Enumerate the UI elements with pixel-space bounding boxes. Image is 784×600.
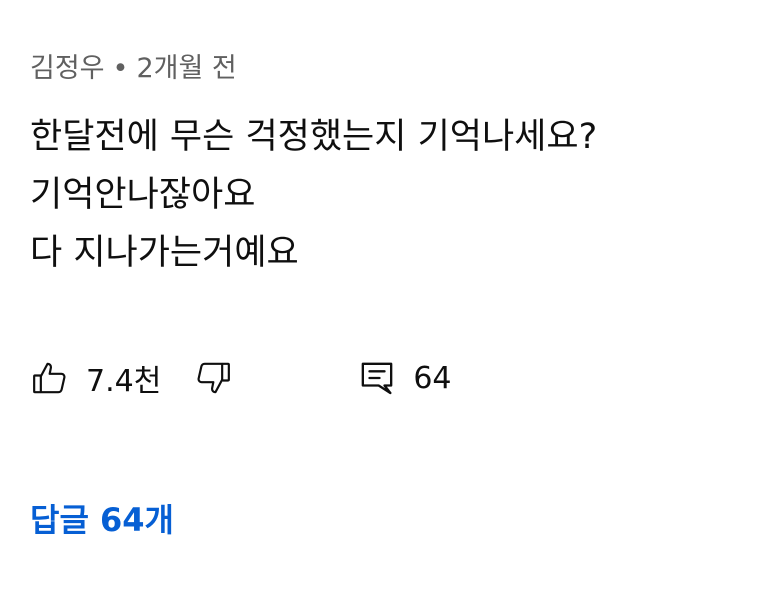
comments-button[interactable]: 64	[357, 358, 452, 398]
like-button[interactable]: 7.4천	[30, 356, 161, 400]
comment-action-bar: 7.4천 64	[30, 350, 452, 406]
comment-count: 64	[413, 360, 452, 396]
comment-text: 한달전에 무슨 걱정했는지 기억나세요? 기억안나잖아요 다 지나가는거예요	[30, 108, 770, 282]
meta-separator: •	[112, 53, 129, 84]
comment-meta: 김정우 • 2개월 전	[30, 46, 237, 92]
comment-card: 김정우 • 2개월 전 한달전에 무슨 걱정했는지 기억나세요? 기억안나잖아요 다…	[30, 0, 770, 600]
like-count: 7.4천	[86, 364, 162, 399]
dislike-button[interactable]	[193, 358, 233, 398]
comment-text-line: 한달전에 무슨 걱정했는지 기억나세요?	[30, 117, 598, 157]
author-name[interactable]: 김정우	[30, 53, 105, 84]
thumbs-up-icon	[33, 362, 66, 394]
comment-text-line: 다 지나가는거예요	[30, 233, 299, 273]
comment-icon	[361, 362, 393, 395]
comment-text-line: 기억안나잖아요	[30, 175, 256, 215]
comment-timestamp[interactable]: 2개월 전	[136, 53, 236, 84]
thumbs-down-icon	[197, 362, 231, 394]
view-replies-link[interactable]: 답글 64개	[30, 492, 174, 548]
